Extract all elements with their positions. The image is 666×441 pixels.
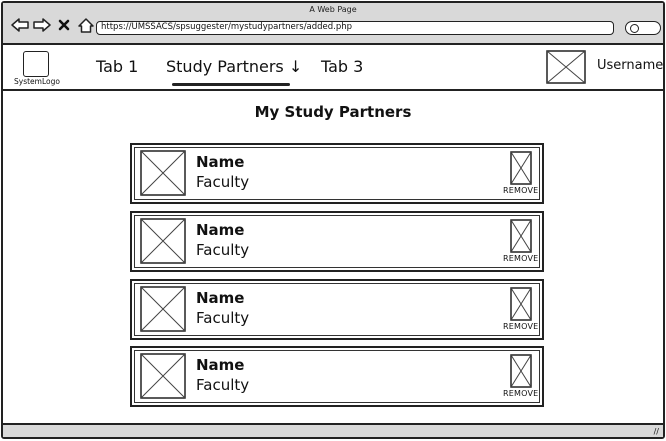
- partner-photo: [140, 353, 186, 403]
- remove-image-icon: [510, 354, 532, 388]
- partner-card: Name Faculty REMOVE: [130, 346, 544, 407]
- remove-button-label[interactable]: REMOVE: [503, 186, 538, 195]
- partner-name: Name: [196, 221, 245, 239]
- system-logo-label: SystemLogo: [14, 77, 60, 86]
- image-placeholder-icon: [140, 286, 186, 332]
- partner-faculty: Faculty: [196, 173, 250, 191]
- forward-arrow-icon[interactable]: [33, 17, 51, 33]
- remove-button[interactable]: [510, 219, 532, 257]
- remove-button-label[interactable]: REMOVE: [503, 322, 538, 331]
- browser-nav-buttons: [11, 17, 95, 33]
- partner-photo: [140, 150, 186, 200]
- tab-3[interactable]: Tab 3: [321, 57, 363, 76]
- image-placeholder-icon: [140, 353, 186, 399]
- partner-name: Name: [196, 289, 245, 307]
- avatar[interactable]: [546, 50, 586, 88]
- card-frame: [134, 350, 540, 403]
- address-bar[interactable]: https://UMSSACS/spsuggester/mystudypartn…: [96, 21, 614, 35]
- page-title: My Study Partners: [254, 103, 412, 121]
- partner-faculty: Faculty: [196, 309, 250, 327]
- active-tab-indicator: [172, 83, 290, 86]
- back-arrow-icon[interactable]: [11, 17, 29, 33]
- image-placeholder-icon: [140, 218, 186, 264]
- system-logo[interactable]: [23, 51, 49, 77]
- remove-image-icon: [510, 287, 532, 321]
- card-frame: [134, 147, 540, 200]
- remove-button-label[interactable]: REMOVE: [503, 254, 538, 263]
- remove-image-icon: [510, 151, 532, 185]
- remove-button[interactable]: [510, 287, 532, 325]
- username-label[interactable]: Username: [597, 58, 663, 73]
- image-placeholder-icon: [140, 150, 186, 196]
- card-frame: [134, 283, 540, 336]
- site-header: SystemLogo Tab 1 Study Partners ↓ Tab 3 …: [3, 45, 663, 91]
- resize-grip-icon[interactable]: //: [654, 427, 659, 436]
- remove-button[interactable]: [510, 151, 532, 189]
- home-icon[interactable]: [77, 17, 95, 33]
- browser-window: A Web Page https://UMSSACS/spsuggester/m…: [1, 1, 665, 439]
- browser-search-field[interactable]: [625, 21, 661, 35]
- tab-1[interactable]: Tab 1: [96, 57, 138, 76]
- partner-faculty: Faculty: [196, 241, 250, 259]
- close-icon[interactable]: [55, 17, 73, 33]
- remove-button-label[interactable]: REMOVE: [503, 389, 538, 398]
- browser-status-bar: //: [3, 423, 663, 437]
- card-frame: [134, 215, 540, 268]
- partner-photo: [140, 286, 186, 336]
- partner-card: Name Faculty REMOVE: [130, 279, 544, 340]
- partner-photo: [140, 218, 186, 268]
- user-image-placeholder-icon: [546, 50, 586, 84]
- tab-study-partners[interactable]: Study Partners ↓: [166, 57, 302, 76]
- partner-name: Name: [196, 153, 245, 171]
- remove-image-icon: [510, 219, 532, 253]
- partner-name: Name: [196, 356, 245, 374]
- remove-button[interactable]: [510, 354, 532, 392]
- partner-card: Name Faculty REMOVE: [130, 143, 544, 204]
- browser-titlebar: A Web Page https://UMSSACS/spsuggester/m…: [3, 3, 663, 45]
- main-content: My Study Partners Name Faculty REMOVE Na…: [3, 91, 663, 437]
- search-icon: [630, 24, 639, 33]
- window-title: A Web Page: [309, 5, 357, 14]
- partner-faculty: Faculty: [196, 376, 250, 394]
- partner-card: Name Faculty REMOVE: [130, 211, 544, 272]
